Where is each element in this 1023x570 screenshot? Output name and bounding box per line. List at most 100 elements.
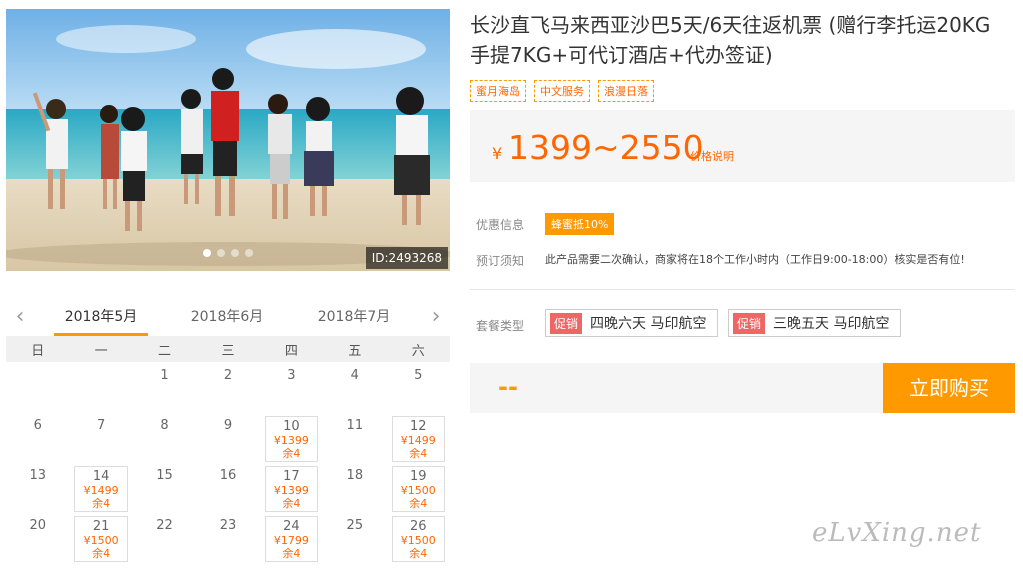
day-stock: 余4 (409, 547, 428, 560)
day-stock: 余4 (282, 547, 301, 560)
day-number: 4 (350, 368, 359, 383)
day-price: ¥1799 (273, 534, 309, 547)
calendar-week: 1 2 3 4 5 (6, 362, 450, 412)
package-option[interactable]: 促销 三晚五天 马印航空 (728, 309, 901, 337)
calendar-day (69, 362, 132, 412)
day-stock: 余4 (282, 497, 301, 510)
calendar-day-available[interactable]: 14 ¥1499 余4 (69, 462, 132, 512)
calendar-day-available[interactable]: 17 ¥1399 余4 (260, 462, 323, 512)
calendar-day-available[interactable]: 21 ¥1500 余4 (69, 512, 132, 562)
package-name: 四晚六天 马印航空 (590, 316, 707, 332)
calendar-week: 20 21 ¥1500 余4 22 23 24 ¥1799 余4 25 26 ¥1500 余4 (6, 512, 450, 562)
price-explanation-link[interactable]: 价格说明 (690, 148, 734, 164)
day-number: 8 (160, 418, 169, 433)
calendar-day: 16 (196, 462, 259, 512)
day-price-box[interactable]: 19 ¥1500 余4 (391, 466, 445, 512)
day-price-box[interactable]: 24 ¥1799 余4 (264, 516, 319, 562)
tab-month-july[interactable]: 2018年7月 (309, 306, 399, 326)
day-stock: 余4 (409, 447, 428, 460)
divider (470, 289, 1015, 290)
buy-now-button[interactable]: 立即购买 (883, 363, 1015, 413)
calendar-day: 11 (323, 412, 386, 462)
calendar-day: 22 (133, 512, 196, 562)
day-number: 13 (29, 468, 46, 483)
day-stock: 余4 (92, 547, 111, 560)
day-number: 11 (346, 418, 364, 433)
day-number: 21 (92, 519, 110, 534)
tab-month-may[interactable]: 2018年5月 (54, 306, 148, 336)
promo-tag: 促销 (550, 312, 583, 334)
day-number: 3 (287, 368, 296, 383)
chevron-left-icon[interactable]: ‹ (10, 304, 30, 329)
day-price-box[interactable]: 10 ¥1399 余4 (264, 416, 319, 462)
booking-notice: 此产品需要二次确认，商家将在18个工作小时内（工作日9:00-18:00）核实是… (545, 253, 965, 266)
day-price-box[interactable]: 14 ¥1499 余4 (74, 466, 128, 512)
day-number: 10 (283, 419, 300, 434)
day-stock: 余4 (409, 497, 428, 510)
tag: 中文服务 (534, 80, 590, 102)
day-price-box[interactable]: 21 ¥1500 余4 (74, 516, 128, 562)
tab-month-june[interactable]: 2018年6月 (182, 306, 272, 326)
day-price: ¥1500 (400, 484, 436, 497)
day-price-box[interactable]: 26 ¥1500 余4 (391, 516, 445, 562)
calendar-weeks: 1 2 3 4 5 6 7 8 9 10 ¥1399 余4 11 12 ¥1499 余4 13 14 ¥1499 余4… (6, 362, 450, 562)
weekday-label: 三 (221, 343, 235, 359)
beach-jump-photo (6, 9, 450, 271)
weekday-label: 二 (158, 343, 172, 359)
weekday-label: 四 (284, 343, 298, 359)
package-name: 三晚五天 马印航空 (773, 316, 890, 332)
promo-tag: 促销 (733, 312, 766, 334)
day-stock: 余4 (282, 447, 301, 460)
day-number: 2 (223, 368, 233, 383)
day-price: ¥1500 (400, 534, 436, 547)
weekday-label: 五 (348, 343, 362, 359)
chevron-right-icon[interactable]: › (426, 304, 446, 329)
calendar-day-available[interactable]: 26 ¥1500 余4 (387, 512, 450, 562)
calendar-day: 13 (6, 462, 69, 512)
carousel-dot[interactable] (203, 249, 211, 257)
day-number: 17 (283, 469, 300, 484)
day-number: 16 (219, 468, 237, 483)
day-number: 18 (346, 468, 364, 483)
price-range: 1399~2550 (508, 128, 704, 167)
calendar-day (6, 362, 69, 412)
package-option[interactable]: 促销 四晚六天 马印航空 (545, 309, 718, 337)
total-price: -- (498, 373, 518, 401)
calendar-day-available[interactable]: 12 ¥1499 余4 (387, 412, 450, 462)
day-price: ¥1399 (273, 484, 309, 497)
calendar-day: 25 (323, 512, 386, 562)
calendar-month-nav: ‹ 2018年5月 2018年6月 2018年7月 › (6, 296, 450, 336)
day-number: 25 (346, 518, 364, 533)
day-price: ¥1399 (273, 434, 309, 447)
watermark-logo: eLvXing.net (812, 518, 982, 548)
calendar-day-available[interactable]: 10 ¥1399 余4 (260, 412, 323, 462)
carousel-dot[interactable] (217, 249, 225, 257)
carousel-dot[interactable] (231, 249, 239, 257)
calendar-day: 3 (260, 362, 323, 412)
day-price-box[interactable]: 17 ¥1399 余4 (264, 466, 319, 512)
calendar-day: 18 (323, 462, 386, 512)
day-number: 19 (409, 469, 427, 484)
tag: 蜜月海岛 (470, 80, 526, 102)
calendar-day: 4 (323, 362, 386, 412)
day-number: 20 (29, 518, 46, 533)
promo-badge: 蜂蜜抵10% (545, 213, 615, 235)
product-photo[interactable]: ID:2493268 (6, 9, 450, 271)
calendar-day-available[interactable]: 19 ¥1500 余4 (387, 462, 450, 512)
weekday-label: 一 (94, 343, 108, 359)
day-price: ¥1499 (400, 434, 436, 447)
currency-symbol: ¥ (492, 144, 503, 163)
calendar-week: 13 14 ¥1499 余4 15 16 17 ¥1399 余4 18 19 ¥1500 余4 (6, 462, 450, 512)
calendar-day: 7 (69, 412, 132, 462)
calendar-day-available[interactable]: 24 ¥1799 余4 (260, 512, 323, 562)
weekday-header: 日 一 二 三 四 五 六 (6, 336, 450, 362)
calendar-day: 2 (196, 362, 259, 412)
carousel-dot[interactable] (245, 249, 253, 257)
day-stock: 余4 (92, 497, 111, 510)
day-number: 24 (283, 519, 300, 534)
promo-label: 优惠信息 (476, 218, 525, 232)
day-price-box[interactable]: 12 ¥1499 余4 (391, 416, 445, 462)
calendar-day: 1 (133, 362, 196, 412)
day-number: 26 (409, 519, 427, 534)
day-number: 7 (96, 418, 106, 433)
